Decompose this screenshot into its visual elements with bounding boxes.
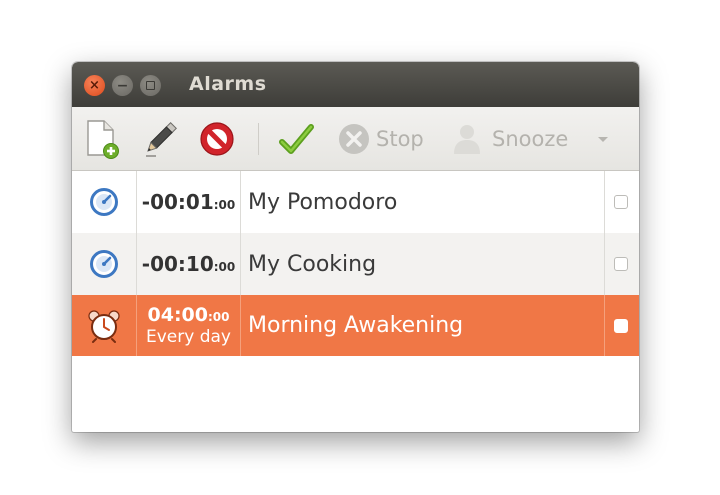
close-window-button[interactable]: × <box>84 75 105 96</box>
alarm-time: -00:10:00 <box>141 252 236 276</box>
alarm-clock-icon <box>88 309 120 343</box>
alarm-repeat: Every day <box>146 327 231 347</box>
edit-pencil-icon <box>146 121 177 157</box>
alarm-row[interactable]: -00:10:00 My Cooking <box>72 233 639 296</box>
alarm-row[interactable]: -00:01:00 My Pomodoro <box>72 171 639 234</box>
maximize-icon <box>146 81 155 90</box>
stop-icon <box>339 123 369 154</box>
minimize-icon: − <box>116 77 129 94</box>
edit-alarm-button[interactable] <box>142 107 178 170</box>
titlebar[interactable]: × − Alarms <box>72 62 639 107</box>
alarm-enabled-checkbox[interactable] <box>614 195 628 209</box>
maximize-window-button[interactable] <box>140 75 161 96</box>
alarm-enabled-checkbox[interactable] <box>614 257 628 271</box>
timer-icon <box>90 188 118 216</box>
delete-alarm-button[interactable] <box>197 107 237 170</box>
alarm-time: 04:00:00 <box>147 304 230 326</box>
snooze-button-label: Snooze <box>492 126 569 151</box>
stop-button-label: Stop <box>376 126 424 151</box>
snooze-icon <box>454 124 480 154</box>
stop-button[interactable]: Stop <box>336 107 424 170</box>
enable-alarm-button[interactable] <box>276 107 316 170</box>
new-alarm-button[interactable] <box>84 107 120 170</box>
window-title: Alarms <box>189 73 267 95</box>
alarm-name: Morning Awakening <box>248 313 464 338</box>
chevron-down-icon <box>598 136 608 142</box>
snooze-dropdown-button[interactable] <box>596 107 610 170</box>
new-alarm-icon <box>87 119 119 159</box>
alarm-name: My Cooking <box>248 251 377 277</box>
delete-icon <box>200 121 234 156</box>
toolbar: Stop Snooze <box>72 107 639 171</box>
toolbar-separator <box>258 123 259 155</box>
alarms-window: × − Alarms Stop Snooze -00:01:00 My Pomo… <box>72 62 639 432</box>
checkmark-icon <box>279 123 314 154</box>
alarm-time: -00:01:00 <box>141 190 236 214</box>
alarm-row-selected[interactable]: 04:00:00 Every day Morning Awakening <box>72 295 639 356</box>
snooze-button[interactable]: Snooze <box>450 107 568 170</box>
close-icon: × <box>89 78 100 93</box>
timer-icon <box>90 250 118 278</box>
minimize-window-button[interactable]: − <box>112 75 133 96</box>
alarm-enabled-checkbox[interactable] <box>614 318 628 333</box>
alarm-name: My Pomodoro <box>248 189 398 215</box>
